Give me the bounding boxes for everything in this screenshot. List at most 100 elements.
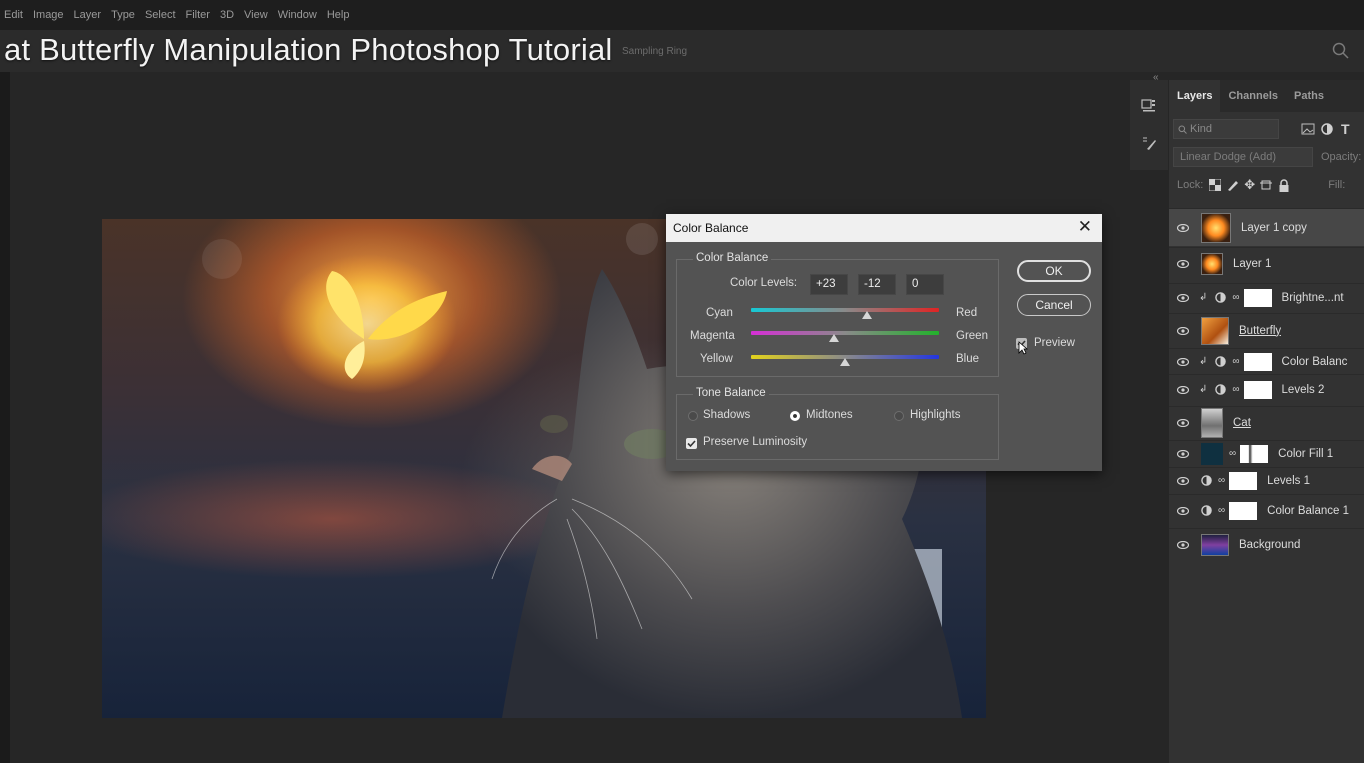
adjustment-layer-icon [1201,505,1212,516]
visibility-eye-icon[interactable] [1173,259,1193,268]
link-icon[interactable]: ∞ [1229,448,1236,459]
midtones-radio[interactable] [790,411,800,421]
layer-row[interactable]: ↲ ∞ Levels 2 [1169,374,1364,404]
menu-select[interactable]: Select [145,9,176,21]
properties-panel-icon[interactable] [1136,92,1162,118]
lock-pixels-icon[interactable] [1227,179,1239,191]
layer-row[interactable]: ↲ ∞ Color Balanc [1169,348,1364,374]
shadows-label[interactable]: Shadows [703,409,750,421]
layer-name[interactable]: Butterfly [1239,325,1281,337]
color-balance-group-label: Color Balance [693,252,772,264]
layer-name[interactable]: Color Fill 1 [1278,448,1333,460]
menu-help[interactable]: Help [327,9,350,21]
link-icon[interactable]: ∞ [1218,475,1225,486]
visibility-eye-icon[interactable] [1173,476,1193,485]
color-level-cyan-red-input[interactable]: +23 [810,274,848,295]
adjustment-filter-icon[interactable] [1321,123,1333,135]
layer-name[interactable]: Levels 1 [1267,475,1310,487]
layer-row[interactable]: Layer 1 [1169,247,1364,279]
layer-mask-thumbnail[interactable] [1243,380,1272,399]
cyan-red-slider-handle[interactable] [861,311,872,319]
layer-name[interactable]: Background [1239,539,1300,551]
menu-3d[interactable]: 3D [220,9,234,21]
link-icon[interactable]: ∞ [1232,384,1239,395]
visibility-eye-icon[interactable] [1173,326,1193,335]
menu-window[interactable]: Window [278,9,317,21]
blend-mode-select[interactable]: Linear Dodge (Add) [1173,147,1313,167]
kind-filter-row: Kind T [1169,116,1364,142]
link-icon[interactable]: ∞ [1232,292,1239,303]
layer-row[interactable]: ↲ ∞ Brightne...nt [1169,283,1364,311]
tab-paths[interactable]: Paths [1286,80,1332,112]
layer-row[interactable]: Butterfly [1169,313,1364,347]
menu-edit[interactable]: Edit [4,9,23,21]
menu-filter[interactable]: Filter [186,9,210,21]
layer-name[interactable]: Color Balanc [1282,356,1348,368]
tab-channels[interactable]: Channels [1220,80,1286,112]
link-icon[interactable]: ∞ [1232,356,1239,367]
color-level-yellow-blue-input[interactable]: 0 [906,274,944,295]
menu-image[interactable]: Image [33,9,64,21]
cancel-button[interactable]: Cancel [1017,294,1091,316]
magenta-green-slider-track[interactable] [751,331,939,335]
layer-mask-thumbnail[interactable] [1229,471,1258,490]
menu-type[interactable]: Type [111,9,135,21]
layer-mask-thumbnail[interactable] [1240,444,1269,463]
layer-thumbnail [1201,252,1223,275]
preserve-luminosity-label[interactable]: Preserve Luminosity [703,436,807,448]
lock-label: Lock: [1177,179,1204,191]
visibility-eye-icon[interactable] [1173,418,1193,427]
tab-layers[interactable]: Layers [1169,80,1221,112]
brush-settings-icon[interactable] [1136,130,1162,156]
type-filter-icon[interactable]: T [1341,121,1350,137]
image-filter-icon[interactable] [1301,123,1315,135]
cyan-red-slider-track[interactable] [751,308,939,312]
layer-name[interactable]: Layer 1 [1233,258,1271,270]
highlights-label[interactable]: Highlights [910,409,961,421]
layer-row[interactable]: Background [1169,528,1364,560]
layer-row[interactable]: Layer 1 copy [1169,208,1364,246]
magenta-green-slider-handle[interactable] [828,334,839,342]
midtones-label[interactable]: Midtones [806,409,853,421]
preview-label[interactable]: Preview [1034,337,1075,349]
lock-all-icon[interactable] [1278,178,1290,192]
layer-name[interactable]: Levels 2 [1282,384,1325,396]
dialog-titlebar[interactable]: Color Balance ✕ [666,214,1102,242]
layer-row[interactable]: Cat [1169,406,1364,438]
highlights-radio[interactable] [894,411,904,421]
preserve-luminosity-checkbox[interactable] [686,438,697,449]
layer-mask-thumbnail[interactable] [1243,352,1272,371]
layer-row[interactable]: ∞ Levels 1 [1169,467,1364,493]
layer-name[interactable]: Color Balance 1 [1267,505,1349,517]
search-icon[interactable] [1332,42,1350,60]
menu-view[interactable]: View [244,9,268,21]
visibility-eye-icon[interactable] [1173,223,1193,232]
visibility-eye-icon[interactable] [1173,506,1193,515]
menu-layer[interactable]: Layer [74,9,102,21]
layer-mask-thumbnail[interactable] [1243,288,1272,307]
layer-mask-thumbnail[interactable] [1229,501,1258,520]
lock-transparent-icon[interactable] [1209,179,1222,191]
yellow-blue-slider-handle[interactable] [840,358,850,366]
visibility-eye-icon[interactable] [1173,540,1193,549]
ok-button[interactable]: OK [1017,260,1091,282]
layer-name[interactable]: Brightne...nt [1282,292,1344,304]
link-icon[interactable]: ∞ [1218,505,1225,516]
color-level-magenta-green-input[interactable]: -12 [858,274,896,295]
layer-name[interactable]: Cat [1233,417,1251,429]
visibility-eye-icon[interactable] [1173,449,1193,458]
mouse-cursor-icon [1018,341,1028,355]
visibility-eye-icon[interactable] [1173,357,1193,366]
close-icon[interactable]: ✕ [1078,217,1092,237]
sampling-ring-option[interactable]: Sampling Ring [622,46,687,57]
layer-row[interactable]: ∞ Color Balance 1 [1169,494,1364,526]
visibility-eye-icon[interactable] [1173,293,1193,302]
lock-position-icon[interactable]: ✥ [1244,177,1255,193]
visibility-eye-icon[interactable] [1173,385,1193,394]
layer-name[interactable]: Layer 1 copy [1241,222,1307,234]
layer-row[interactable]: ∞ Color Fill 1 [1169,440,1364,466]
lock-artboard-icon[interactable] [1260,179,1273,191]
shadows-radio[interactable] [688,411,698,421]
kind-filter-select[interactable]: Kind [1173,119,1279,139]
yellow-label: Yellow [700,353,733,365]
